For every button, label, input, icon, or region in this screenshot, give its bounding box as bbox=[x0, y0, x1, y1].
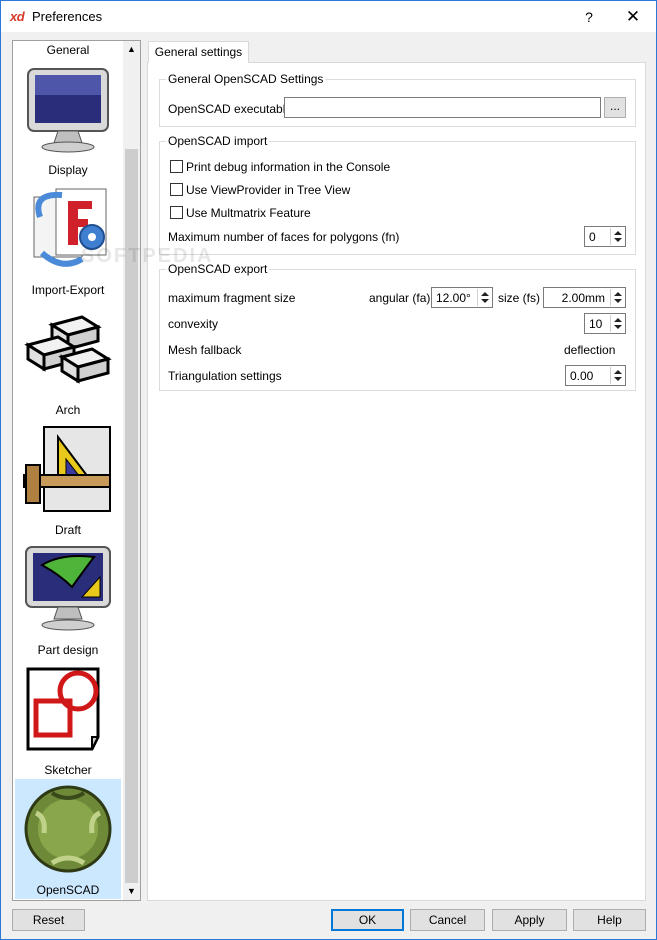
sidebar-item-part-design[interactable]: Part design bbox=[15, 539, 121, 659]
window-title: Preferences bbox=[32, 9, 103, 24]
sidebar-item-label: Display bbox=[48, 163, 88, 177]
tab-general-settings[interactable]: General settings bbox=[148, 41, 249, 63]
executable-label: OpenSCAD executable bbox=[168, 102, 293, 116]
mesh-fallback-label: Mesh fallback bbox=[168, 343, 242, 357]
preferences-window: xd Preferences ? ✕ General Display Impor… bbox=[0, 0, 657, 940]
max-faces-label: Maximum number of faces for polygons (fn… bbox=[168, 230, 400, 244]
openscad-sphere-icon bbox=[24, 785, 112, 873]
spin-arrows-icon[interactable] bbox=[610, 367, 624, 384]
preferences-sidebar: General Display Import-Export Arch Draft… bbox=[12, 40, 141, 901]
reset-button[interactable]: Reset bbox=[12, 909, 85, 931]
sidebar-item-label: Draft bbox=[54, 523, 81, 537]
use-viewprovider-label: Use ViewProvider in Tree View bbox=[186, 183, 351, 197]
sidebar-item-draft[interactable]: Draft bbox=[15, 419, 121, 539]
triangulation-label: Triangulation settings bbox=[168, 369, 282, 383]
browse-button[interactable]: ... bbox=[604, 97, 626, 118]
group-title: General OpenSCAD Settings bbox=[166, 72, 326, 86]
sidebar-item-display[interactable]: Display bbox=[15, 59, 121, 179]
sidebar-item-label: Sketcher bbox=[44, 763, 92, 777]
max-faces-spinbox[interactable]: 0 bbox=[584, 226, 626, 247]
use-multmatrix-checkbox[interactable] bbox=[170, 206, 183, 219]
angular-value: 12.00° bbox=[436, 291, 471, 305]
sidebar-item-label: Import-Export bbox=[31, 283, 105, 297]
help-button[interactable]: Help bbox=[573, 909, 646, 931]
convexity-value: 10 bbox=[589, 317, 603, 331]
sidebar-item-arch[interactable]: Arch bbox=[15, 299, 121, 419]
import-group: OpenSCAD import Print debug information … bbox=[159, 134, 636, 255]
spin-arrows-icon[interactable] bbox=[610, 228, 624, 245]
size-spinbox[interactable]: 2.00mm bbox=[543, 287, 626, 308]
monitor-icon bbox=[27, 68, 109, 153]
app-logo: xd bbox=[10, 9, 25, 24]
spin-arrows-icon[interactable] bbox=[477, 289, 491, 306]
sidebar-item-label: Part design bbox=[37, 643, 99, 657]
sidebar-item-openscad[interactable]: OpenSCAD bbox=[15, 779, 121, 899]
apply-button[interactable]: Apply bbox=[492, 909, 567, 931]
sidebar-item-import-export[interactable]: Import-Export bbox=[15, 179, 121, 299]
sidebar-item-label: OpenSCAD bbox=[36, 883, 100, 897]
sidebar-item-label: General bbox=[46, 43, 90, 57]
print-debug-label: Print debug information in the Console bbox=[186, 160, 391, 174]
size-label: size (fs) bbox=[498, 291, 540, 305]
angular-label: angular (fa) bbox=[369, 291, 431, 305]
convexity-spinbox[interactable]: 10 bbox=[584, 313, 626, 334]
title-help-button[interactable]: ? bbox=[575, 5, 603, 29]
watermark: SOFTPEDIA bbox=[81, 245, 214, 267]
close-button[interactable]: ✕ bbox=[619, 5, 647, 29]
executable-path-input[interactable] bbox=[284, 97, 601, 118]
max-fragment-label: maximum fragment size bbox=[168, 291, 296, 305]
sidebar-item-general[interactable]: General bbox=[15, 41, 121, 59]
general-settings-group: General OpenSCAD Settings OpenSCAD execu… bbox=[159, 72, 636, 127]
use-multmatrix-label: Use Multmatrix Feature bbox=[186, 206, 311, 220]
title-bar: xd Preferences ? ✕ bbox=[1, 1, 656, 32]
deflection-label: deflection bbox=[564, 343, 616, 357]
group-title: OpenSCAD import bbox=[166, 134, 270, 148]
triangulation-value: 0.00 bbox=[570, 369, 594, 383]
export-group: OpenSCAD export maximum fragment size an… bbox=[159, 262, 636, 391]
bricks-icon bbox=[24, 315, 112, 384]
triangulation-spinbox[interactable]: 0.00 bbox=[565, 365, 626, 386]
angular-spinbox[interactable]: 12.00° bbox=[431, 287, 493, 308]
sketcher-icon bbox=[26, 667, 100, 751]
print-debug-checkbox[interactable] bbox=[170, 160, 183, 173]
size-value: 2.00mm bbox=[561, 291, 605, 305]
settings-panel: General OpenSCAD Settings OpenSCAD execu… bbox=[147, 62, 646, 901]
sidebar-item-label: Arch bbox=[55, 403, 81, 417]
sidebar-item-sketcher[interactable]: Sketcher bbox=[15, 659, 121, 779]
max-faces-value: 0 bbox=[589, 230, 596, 244]
part-design-monitor-icon bbox=[25, 546, 111, 631]
spin-arrows-icon[interactable] bbox=[610, 289, 624, 306]
ok-button[interactable]: OK bbox=[331, 909, 404, 931]
use-viewprovider-checkbox[interactable] bbox=[170, 183, 183, 196]
cancel-button[interactable]: Cancel bbox=[410, 909, 485, 931]
scroll-up-arrow-icon[interactable]: ▲ bbox=[123, 41, 140, 58]
spin-arrows-icon[interactable] bbox=[610, 315, 624, 332]
scroll-down-arrow-icon[interactable]: ▼ bbox=[123, 883, 140, 900]
drafting-square-icon bbox=[23, 426, 111, 512]
sidebar-scrollbar[interactable]: ▲ ▼ bbox=[123, 41, 140, 900]
convexity-label: convexity bbox=[168, 317, 219, 331]
